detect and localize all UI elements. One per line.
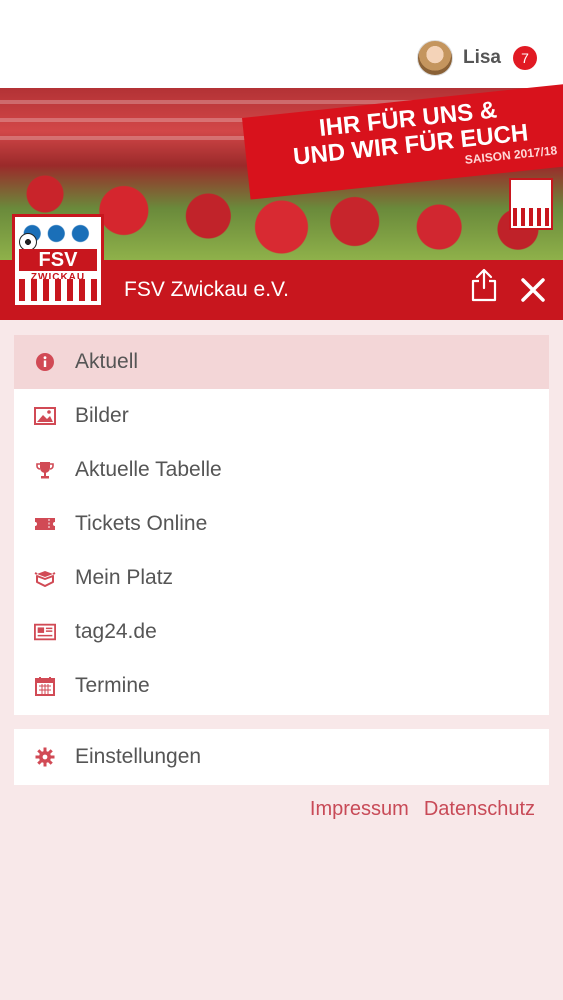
close-button[interactable]	[518, 275, 548, 305]
share-button[interactable]	[470, 268, 498, 302]
ticket-icon	[34, 513, 56, 535]
menu-item-aktuell[interactable]: Aktuell	[14, 335, 549, 389]
menu-item-einstellungen[interactable]: Einstellungen	[14, 729, 549, 785]
banner-crest	[509, 178, 553, 230]
footer-links: Impressum Datenschutz	[310, 798, 535, 821]
menu-label: Einstellungen	[75, 745, 202, 768]
top-bar: Lisa 7	[0, 0, 563, 88]
crest-text: FSV	[19, 249, 97, 271]
menu-label: Aktuell	[75, 350, 139, 373]
datenschutz-link[interactable]: Datenschutz	[424, 798, 535, 821]
avatar[interactable]	[416, 40, 453, 76]
menu-label: Bilder	[75, 404, 129, 427]
info-icon	[34, 351, 56, 373]
menu-label: Mein Platz	[75, 566, 174, 589]
user-profile[interactable]: Lisa 7	[416, 40, 537, 76]
menu-item-mein-platz[interactable]: Mein Platz	[14, 551, 549, 605]
close-icon	[521, 278, 545, 302]
share-icon	[471, 268, 497, 302]
menu-label: Tickets Online	[75, 512, 208, 535]
club-name: FSV Zwickau e.V.	[124, 278, 289, 301]
box-icon	[34, 567, 56, 589]
newspaper-icon	[34, 621, 56, 643]
menu-item-tickets-online[interactable]: Tickets Online	[14, 497, 549, 551]
notification-badge[interactable]: 7	[513, 46, 537, 70]
image-icon	[34, 405, 56, 427]
menu-item-bilder[interactable]: Bilder	[14, 389, 549, 443]
gear-icon	[34, 746, 56, 768]
navigation-menu: Aktuell Bilder Aktuelle Tabelle Tickets …	[14, 335, 549, 715]
menu-item-termine[interactable]: Termine	[14, 659, 549, 713]
calendar-icon	[34, 675, 56, 697]
club-crest: FSV ZWICKAU	[12, 214, 104, 308]
menu-item-tag24[interactable]: tag24.de	[14, 605, 549, 659]
banner-crest-stripes	[513, 208, 549, 226]
menu-label: Aktuelle Tabelle	[75, 458, 222, 481]
menu-label: tag24.de	[75, 620, 157, 643]
menu-item-aktuelle-tabelle[interactable]: Aktuelle Tabelle	[14, 443, 549, 497]
menu-label: Termine	[75, 674, 150, 697]
impressum-link[interactable]: Impressum	[310, 798, 409, 821]
crest-stripes	[19, 279, 97, 301]
user-name[interactable]: Lisa	[463, 47, 501, 69]
trophy-icon	[34, 459, 56, 481]
